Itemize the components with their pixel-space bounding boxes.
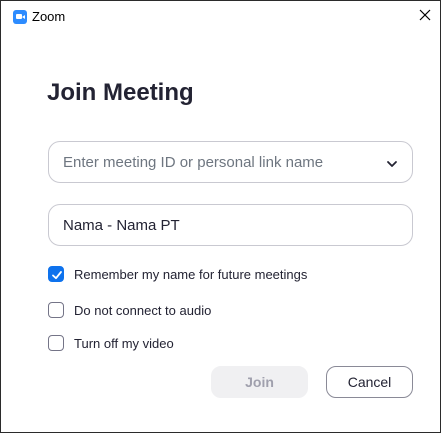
- no-audio-checkbox[interactable]: [48, 302, 64, 318]
- cancel-button[interactable]: Cancel: [326, 366, 413, 398]
- close-icon: [419, 9, 431, 21]
- zoom-window: Zoom Join Meeting Enter meeting ID or pe…: [0, 0, 441, 433]
- window-title: Zoom: [32, 9, 66, 24]
- remember-name-label: Remember my name for future meetings: [74, 267, 308, 282]
- close-button[interactable]: [416, 6, 434, 24]
- video-off-checkbox[interactable]: [48, 335, 64, 351]
- join-button[interactable]: Join: [211, 366, 308, 398]
- meeting-id-placeholder: Enter meeting ID or personal link name: [63, 154, 324, 171]
- no-audio-label: Do not connect to audio: [74, 303, 212, 318]
- remember-name-checkbox[interactable]: [48, 266, 64, 282]
- chevron-down-icon: [387, 161, 397, 167]
- checkmark-icon: [52, 271, 62, 280]
- meeting-history-dropdown[interactable]: [386, 157, 398, 169]
- display-name-input[interactable]: Nama - Nama PT: [48, 204, 413, 246]
- zoom-logo-icon: [13, 10, 27, 24]
- title-bar: Zoom: [1, 1, 440, 29]
- page-title: Join Meeting: [47, 79, 194, 106]
- video-off-label: Turn off my video: [74, 336, 174, 351]
- display-name-value: Nama - Nama PT: [63, 217, 180, 234]
- meeting-id-input[interactable]: Enter meeting ID or personal link name: [48, 141, 413, 183]
